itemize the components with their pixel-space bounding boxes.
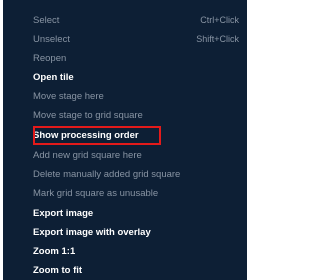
menu-item-move-stage-to-grid-square[interactable]: Move stage to grid square: [33, 107, 241, 124]
menu-item-add-new-grid-square[interactable]: Add new grid square here: [33, 147, 241, 164]
menu-item-label: Unselect: [33, 34, 70, 45]
menu-item-label: Delete manually added grid square: [33, 169, 181, 180]
menu-item-move-stage-here[interactable]: Move stage here: [33, 88, 241, 105]
menu-item-delete-grid-square[interactable]: Delete manually added grid square: [33, 166, 241, 183]
menu-item-label: Zoom to fit: [33, 265, 83, 276]
menu-item-label: Select: [33, 15, 60, 26]
menu-item-label: Add new grid square here: [33, 150, 142, 161]
menu-item-label: Export image: [33, 208, 94, 219]
menu-item-label: Zoom 1:1: [33, 246, 76, 257]
menu-item-open-tile[interactable]: Open tile: [33, 69, 241, 86]
menu-item-zoom-1-1[interactable]: Zoom 1:1: [33, 243, 241, 260]
menu-item-export-image[interactable]: Export image: [33, 205, 241, 222]
menu-item-label: Move stage here: [33, 91, 104, 102]
menu-item-label: Open tile: [33, 72, 74, 83]
highlight-annotation: [33, 126, 161, 145]
menu-item-shortcut: Ctrl+Click: [200, 15, 239, 25]
menu-item-label: Export image with overlay: [33, 227, 151, 238]
menu-item-shortcut: Shift+Click: [196, 34, 239, 44]
menu-item-mark-unusable[interactable]: Mark grid square as unusable: [33, 185, 241, 202]
menu-item-label: Reopen: [33, 53, 67, 64]
menu-item-zoom-to-fit[interactable]: Zoom to fit: [33, 262, 241, 279]
menu-item-reopen[interactable]: Reopen: [33, 50, 241, 67]
menu-item-unselect[interactable]: Unselect Shift+Click: [33, 31, 241, 48]
menu-item-export-image-with-overlay[interactable]: Export image with overlay: [33, 224, 241, 241]
context-menu: Select Ctrl+Click Unselect Shift+Click R…: [0, 0, 247, 280]
menu-item-select[interactable]: Select Ctrl+Click: [33, 12, 241, 29]
menu-item-label: Mark grid square as unusable: [33, 188, 159, 199]
menu-item-label: Move stage to grid square: [33, 110, 143, 121]
